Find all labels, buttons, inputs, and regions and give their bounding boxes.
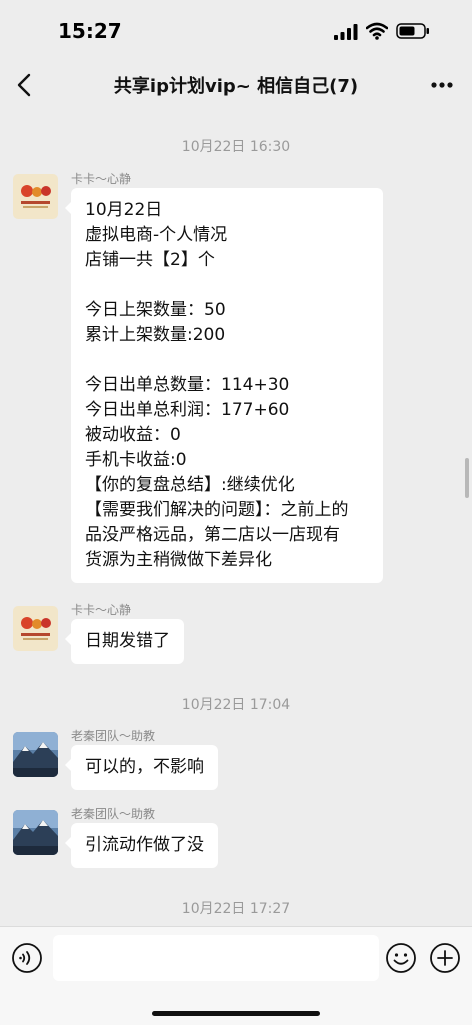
sender-name: 老秦团队～助教 bbox=[71, 729, 156, 743]
message-input[interactable] bbox=[53, 935, 379, 981]
sender-name: 卡卡～心静 bbox=[71, 172, 132, 186]
timestamp: 10月22日 17:04 bbox=[181, 697, 291, 713]
status-time: 15:27 bbox=[58, 19, 122, 43]
orange-logo-avatar bbox=[13, 606, 58, 651]
message-line: 10月22日 bbox=[85, 200, 163, 220]
voice-icon[interactable] bbox=[11, 942, 43, 974]
message-line: 手机卡收益:0 bbox=[85, 450, 187, 470]
more-dots-icon[interactable] bbox=[422, 70, 462, 100]
avatar[interactable] bbox=[13, 810, 58, 855]
cellular-signal-icon bbox=[334, 24, 358, 40]
avatar[interactable] bbox=[13, 606, 58, 651]
wifi-icon bbox=[366, 22, 388, 40]
orange-logo-avatar bbox=[13, 174, 58, 219]
message-line: 虚拟电商-个人情况 bbox=[85, 225, 228, 245]
chat-title: 共享ip计划vip~ 相信自己(7) bbox=[113, 76, 359, 97]
chevron-left-icon[interactable] bbox=[10, 70, 40, 100]
emoji-icon[interactable] bbox=[385, 942, 417, 974]
message-line: 今日出单总利润：177+60 bbox=[85, 400, 290, 420]
message-bubble[interactable]: 日期发错了 bbox=[65, 619, 184, 664]
home-indicator bbox=[152, 1011, 320, 1016]
message-bubble[interactable]: 可以的，不影响 bbox=[65, 745, 218, 790]
timestamp: 10月22日 17:27 bbox=[181, 901, 291, 917]
status-bar: 15:27 bbox=[0, 0, 472, 60]
input-bar bbox=[0, 926, 472, 1025]
message-bubble[interactable]: 10月22日 虚拟电商-个人情况 店铺一共【2】个 今日上架数量：50 累计上架… bbox=[65, 188, 383, 583]
mountain-photo-avatar bbox=[13, 810, 58, 855]
message-line: 货源为主稍微做下差异化 bbox=[85, 550, 272, 570]
message-line: 店铺一共【2】个 bbox=[85, 250, 215, 270]
message-line: 今日出单总数量：114+30 bbox=[85, 375, 290, 395]
message-line bbox=[85, 348, 369, 373]
message-line: 今日上架数量：50 bbox=[85, 300, 226, 320]
sender-name: 卡卡～心静 bbox=[71, 603, 132, 617]
message-line: 【你的复盘总结】:继续优化 bbox=[85, 475, 295, 495]
avatar[interactable] bbox=[13, 732, 58, 777]
mountain-photo-avatar bbox=[13, 732, 58, 777]
sender-name: 老秦团队～助教 bbox=[71, 807, 156, 821]
battery-icon bbox=[396, 23, 429, 39]
message-line: 品没严格远品，第二店以一店现有 bbox=[85, 525, 340, 545]
message-line bbox=[85, 273, 369, 298]
message-line: 累计上架数量:200 bbox=[85, 325, 226, 345]
message-bubble[interactable]: 引流动作做了没 bbox=[65, 823, 218, 868]
avatar[interactable] bbox=[13, 174, 58, 219]
message-line: 【需要我们解决的问题】：之前上的 bbox=[85, 500, 349, 520]
timestamp: 10月22日 16:30 bbox=[181, 139, 291, 155]
plus-icon[interactable] bbox=[429, 942, 461, 974]
message-line: 被动收益：0 bbox=[85, 425, 181, 445]
chat-header: 共享ip计划vip~ 相信自己(7) bbox=[0, 60, 472, 110]
scrollbar[interactable] bbox=[465, 458, 469, 498]
